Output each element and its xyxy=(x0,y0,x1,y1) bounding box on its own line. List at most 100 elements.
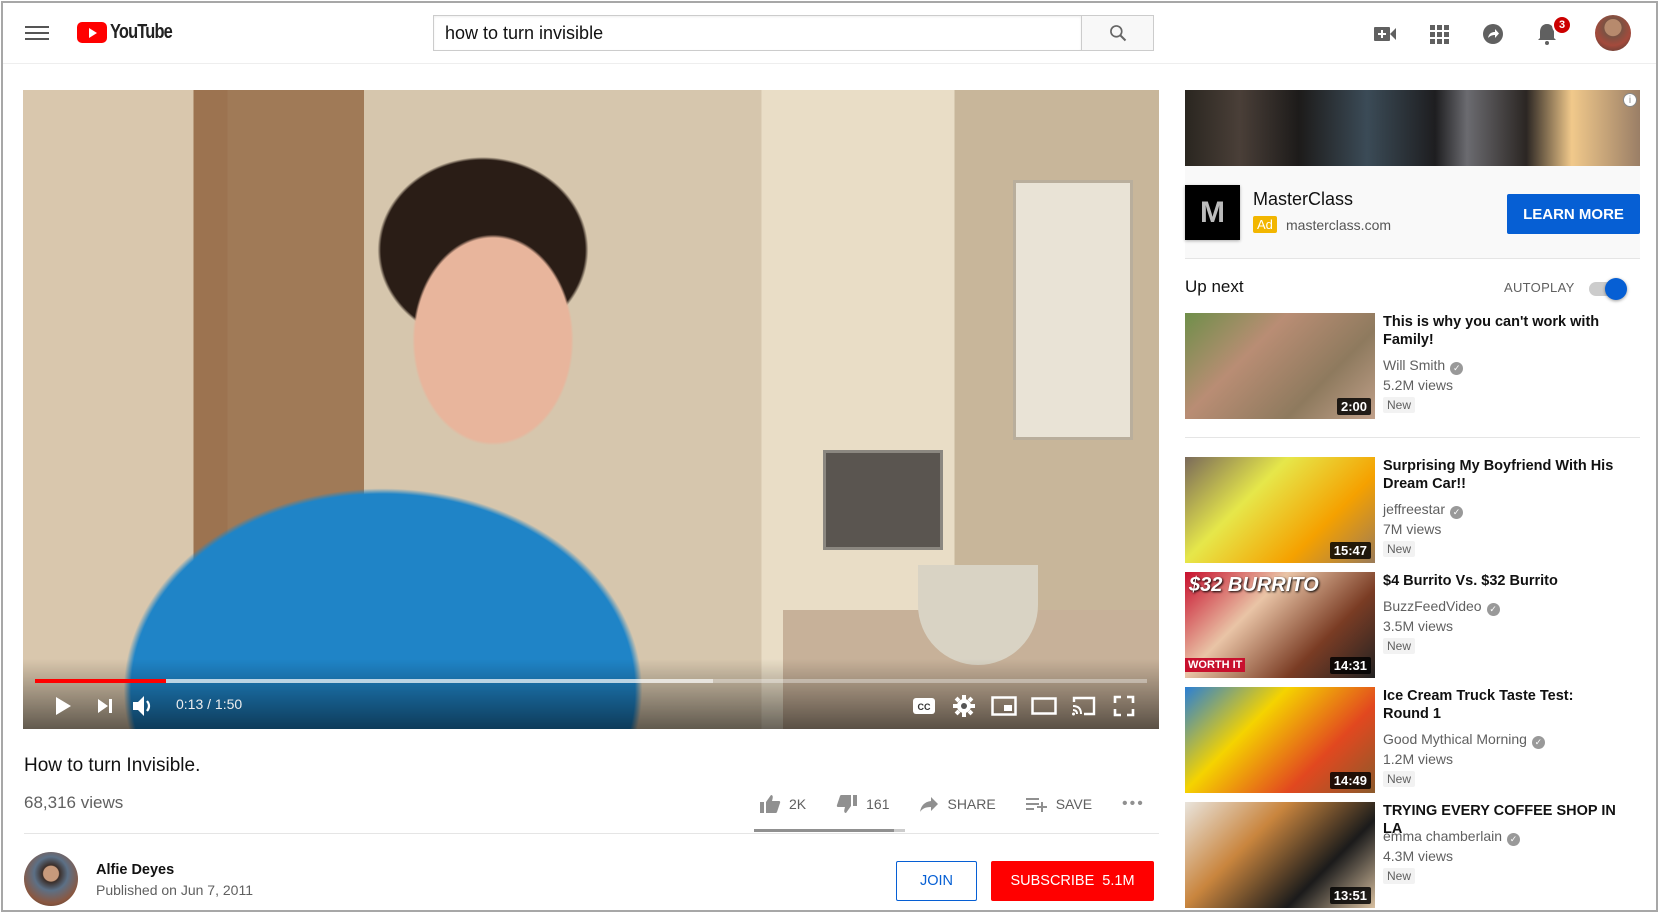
captions-icon: CC xyxy=(913,698,935,714)
gear-icon xyxy=(953,695,975,717)
subscribe-button[interactable]: SUBSCRIBE 5.1M xyxy=(991,861,1154,901)
youtube-play-icon xyxy=(77,22,107,43)
logo-text: YouTube xyxy=(110,21,173,43)
cast-icon xyxy=(1072,696,1096,716)
up-next-video[interactable]: 2:00 This is why you can't work with Fami… xyxy=(1185,313,1640,419)
settings-button[interactable] xyxy=(950,692,978,720)
save-button[interactable]: SAVE xyxy=(1025,796,1092,812)
divider xyxy=(24,833,1159,834)
channel-name[interactable]: Good Mythical Morning xyxy=(1383,731,1527,747)
video-duration: 14:31 xyxy=(1329,657,1371,674)
channel-line: jeffreestar ✓ xyxy=(1383,499,1463,519)
verified-check-icon: ✓ xyxy=(1450,506,1463,519)
create-video-icon[interactable] xyxy=(1372,21,1398,47)
channel-line: BuzzFeedVideo ✓ xyxy=(1383,596,1500,616)
channel-avatar[interactable] xyxy=(24,852,78,906)
search-button[interactable] xyxy=(1081,15,1154,51)
up-next-video[interactable]: $32 BURRITO WORTH IT 14:31 $4 Burrito Vs. $… xyxy=(1185,572,1640,678)
video-thumbnail[interactable]: $32 BURRITO WORTH IT 14:31 xyxy=(1185,572,1375,678)
video-player[interactable]: 0:13 / 1:50 CC xyxy=(23,90,1159,729)
new-badge: New xyxy=(1383,541,1416,557)
sentiment-like-fill xyxy=(754,829,894,832)
video-title[interactable]: This is why you can't work with Family! xyxy=(1383,313,1618,349)
dislike-count: 161 xyxy=(866,796,890,812)
video-thumbnail[interactable]: 14:49 xyxy=(1185,687,1375,793)
up-next-heading: Up next xyxy=(1185,277,1244,296)
verified-check-icon: ✓ xyxy=(1531,736,1545,749)
account-avatar[interactable] xyxy=(1595,15,1631,51)
thumb-tag: WORTH IT xyxy=(1185,658,1246,672)
new-badge: New xyxy=(1383,638,1416,654)
next-icon xyxy=(98,699,112,713)
next-button[interactable] xyxy=(93,692,117,720)
play-button[interactable] xyxy=(51,692,75,720)
video-frame xyxy=(23,90,1159,729)
messages-icon[interactable] xyxy=(1480,21,1506,47)
theater-icon xyxy=(1031,697,1057,715)
thumbs-down-icon xyxy=(836,795,858,813)
channel-line: emma chamberlain ✓ xyxy=(1383,826,1521,846)
sentiment-bar xyxy=(754,829,905,832)
video-duration: 13:51 xyxy=(1329,887,1371,904)
cast-button[interactable] xyxy=(1069,692,1099,720)
notifications-bell-icon[interactable]: 3 xyxy=(1534,15,1572,47)
channel-name[interactable]: Alfie Deyes xyxy=(96,862,174,878)
theater-mode-button[interactable] xyxy=(1029,692,1059,720)
ad-badge: Ad xyxy=(1253,216,1277,233)
channel-name[interactable]: emma chamberlain xyxy=(1383,828,1502,844)
verified-check-icon: ✓ xyxy=(1450,362,1464,375)
dislike-button[interactable]: 161 xyxy=(836,794,889,814)
up-next-video[interactable]: 15:47 Surprising My Boyfriend With His Dr… xyxy=(1185,457,1640,563)
youtube-logo[interactable]: YouTube xyxy=(77,21,186,44)
menu-icon[interactable] xyxy=(25,23,49,43)
search-input[interactable] xyxy=(433,15,1081,51)
volume-button[interactable] xyxy=(130,692,158,720)
video-thumbnail[interactable]: 13:51 xyxy=(1185,802,1375,908)
divider xyxy=(1185,437,1640,438)
video-title[interactable]: Ice Cream Truck Taste Test: Round 1 xyxy=(1383,687,1618,723)
video-thumbnail[interactable]: 15:47 xyxy=(1185,457,1375,563)
fullscreen-icon xyxy=(1113,695,1135,717)
view-count: 68,316 views xyxy=(24,793,124,812)
captions-button[interactable]: CC xyxy=(910,692,938,720)
view-count: 4.3M views xyxy=(1383,848,1454,864)
more-actions-button[interactable]: ••• xyxy=(1122,795,1145,813)
channel-name[interactable]: jeffreestar xyxy=(1383,501,1445,517)
subscriber-count: 5.1M xyxy=(1102,873,1135,889)
share-button[interactable]: SHARE xyxy=(919,796,996,812)
miniplayer-icon xyxy=(991,696,1017,716)
video-thumbnail[interactable]: 2:00 xyxy=(1185,313,1375,419)
video-title[interactable]: Surprising My Boyfriend With His Dream C… xyxy=(1383,457,1618,493)
ad-banner-image[interactable]: i xyxy=(1185,90,1640,166)
up-next-video[interactable]: 14:49 Ice Cream Truck Taste Test: Round 1… xyxy=(1185,687,1640,793)
video-duration: 2:00 xyxy=(1336,398,1371,415)
join-button[interactable]: JOIN xyxy=(896,861,977,901)
video-title[interactable]: $4 Burrito Vs. $32 Burrito xyxy=(1383,572,1618,590)
subscribe-label: SUBSCRIBE xyxy=(1010,873,1095,889)
add-to-playlist-icon xyxy=(1025,798,1047,812)
channel-name[interactable]: BuzzFeedVideo xyxy=(1383,598,1482,614)
microwave xyxy=(823,450,943,550)
video-duration: 14:49 xyxy=(1329,772,1371,789)
video-duration: 15:47 xyxy=(1329,542,1371,559)
search-icon xyxy=(1109,25,1126,42)
autoplay-label: AUTOPLAY xyxy=(1504,280,1575,295)
miniplayer-button[interactable] xyxy=(989,692,1019,720)
like-count: 2K xyxy=(789,796,807,812)
channel-name[interactable]: Will Smith xyxy=(1383,357,1445,373)
volume-icon xyxy=(133,696,151,716)
learn-more-button[interactable]: LEARN MORE xyxy=(1507,194,1640,234)
ad-card[interactable]: M MasterClass Ad masterclass.com LEARN M… xyxy=(1185,166,1640,258)
up-next-video[interactable]: 13:51 TRYING EVERY COFFEE SHOP IN LA emma … xyxy=(1185,802,1640,908)
progress-bar[interactable] xyxy=(35,679,1147,683)
wall-art xyxy=(1013,180,1133,440)
autoplay-toggle[interactable] xyxy=(1589,278,1627,300)
video-actions: 2K 161 SHARE SAVE ••• xyxy=(759,792,1175,816)
like-button[interactable]: 2K xyxy=(759,794,806,814)
video-title: How to turn Invisible. xyxy=(24,755,201,776)
apps-grid-icon[interactable] xyxy=(1426,21,1452,47)
fullscreen-button[interactable] xyxy=(1110,692,1138,720)
time-display: 0:13 / 1:50 xyxy=(176,696,243,712)
ad-info-icon[interactable]: i xyxy=(1623,93,1637,107)
ad-brand-name: MasterClass xyxy=(1253,189,1354,209)
